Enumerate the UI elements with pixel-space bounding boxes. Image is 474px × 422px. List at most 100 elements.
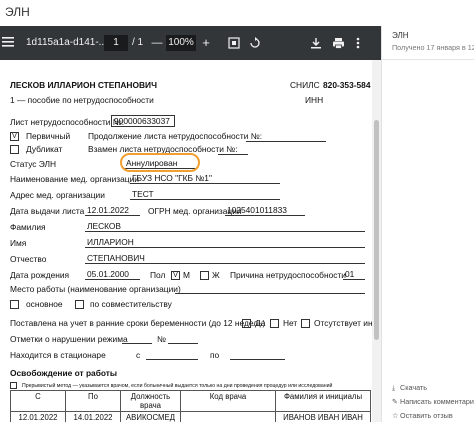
- table-cell: [180, 411, 276, 422]
- reason-label: Причина нетрудоспособности: [230, 270, 346, 280]
- table-cell: 12.01.2022: [10, 411, 66, 422]
- download-small-icon: ⤓: [392, 383, 396, 392]
- part-time-checkbox: [75, 300, 84, 309]
- file-name: 1d115a1a-d141-...: [26, 37, 107, 48]
- continuation-field: [246, 131, 326, 142]
- workplace-field: [175, 283, 365, 294]
- surname-label: Фамилия: [10, 222, 46, 232]
- org-address-label: Адрес мед. организации: [10, 190, 105, 200]
- primary-checkbox: V: [10, 132, 19, 141]
- table-cell: 14.01.2022: [65, 411, 121, 422]
- zoom-in-button[interactable]: +: [199, 35, 213, 51]
- surname-value: ЛЕСКОВ: [85, 221, 365, 232]
- pregnancy-missing-label: Отсутствует инф: [314, 318, 372, 328]
- download-action[interactable]: ⤓ Скачать: [392, 383, 427, 393]
- workplace-label: Место работы (наименование организации): [10, 284, 181, 294]
- duplicate-checkbox: [10, 145, 19, 154]
- table-header: Фамилия и инициалы: [275, 390, 371, 412]
- print-icon[interactable]: [332, 35, 346, 51]
- issue-date-value: 12.01.2022: [85, 205, 140, 216]
- hospital-to-label: по: [210, 350, 220, 360]
- star-icon: ☆: [392, 411, 399, 420]
- pregnancy-missing-checkbox: [301, 319, 310, 328]
- patient-name: ЛЕСКОВ ИЛЛАРИОН СТЕПАНОВИЧ: [10, 80, 157, 90]
- patronymic-value: СТЕПАНОВИЧ: [85, 253, 365, 264]
- zoom-level-input[interactable]: 100%: [166, 35, 196, 51]
- sex-male-label: М: [183, 270, 190, 280]
- sex-label: Пол: [150, 270, 166, 280]
- part-time-label: по совместительству: [90, 299, 172, 309]
- table-header: Код врача: [180, 390, 276, 412]
- download-icon[interactable]: [310, 35, 324, 51]
- feedback-label: Оставить отзыв: [400, 411, 453, 420]
- comment-label: Написать комментарий: [400, 397, 474, 406]
- firstname-label: Имя: [10, 238, 27, 248]
- inn-label: ИНН: [305, 95, 324, 105]
- sex-female-checkbox: [200, 271, 209, 280]
- violation-number-field: [168, 333, 198, 344]
- pregnancy-label: Поставлена на учет в ранние сроки береме…: [10, 318, 266, 328]
- firstname-value: ИЛЛАРИОН: [85, 237, 365, 248]
- intermittent-checkbox: [10, 382, 17, 389]
- page-total: / 1: [132, 37, 144, 48]
- issue-date-label: Дата выдачи листа: [10, 206, 85, 216]
- table-cell: ИВАНОВ ИВАН ИВАН: [275, 411, 371, 422]
- patronymic-label: Отчество: [10, 254, 47, 264]
- sex-female-label: Ж: [212, 270, 220, 280]
- release-heading: Освобождение от работы: [10, 368, 118, 378]
- app-title: ЭЛН: [5, 5, 30, 19]
- feedback-action[interactable]: ☆ Оставить отзыв: [392, 411, 453, 420]
- pregnancy-no-label: Нет: [283, 318, 298, 328]
- table-cell: АВИКОСМЕД: [120, 411, 181, 422]
- pregnancy-no-checkbox: [270, 319, 279, 328]
- main-job-label: основное: [26, 299, 63, 309]
- table-header: По: [65, 390, 121, 412]
- table-header: Должность врача: [120, 390, 181, 412]
- comment-action[interactable]: ✎ Написать комментарий: [392, 397, 474, 406]
- sex-male-checkbox: V: [171, 271, 180, 280]
- download-label: Скачать: [400, 383, 427, 392]
- hospital-from-label: с: [136, 350, 141, 360]
- rotate-icon[interactable]: [249, 35, 263, 51]
- hospital-label: Находится в стационаре: [10, 350, 106, 360]
- org-name-value: ГБУЗ НСО "ГКБ №1": [130, 173, 280, 184]
- ogrn-value: 1025401011833: [225, 205, 305, 216]
- status-highlight: [120, 153, 200, 172]
- pregnancy-yes-label: Да: [255, 318, 266, 328]
- scroll-thumb[interactable]: [374, 120, 379, 340]
- primary-label: Первичный: [26, 131, 71, 141]
- status-label: Статус ЭЛН: [10, 159, 57, 169]
- pdf-page: ЛЕСКОВ ИЛЛАРИОН СТЕПАНОВИЧ СНИЛС 820-353…: [0, 60, 372, 422]
- duplicate-label: Дубликат: [26, 144, 63, 154]
- pdf-viewer: 1d115a1a-d141-... 1 / 1 — 100% + ЛЕСКОВ …: [0, 26, 381, 422]
- hospital-to-field: [230, 349, 285, 360]
- violation-separator: №: [157, 334, 166, 344]
- menu-icon[interactable]: [2, 35, 16, 51]
- snils-value: 820-353-584: [323, 80, 371, 90]
- fit-page-icon[interactable]: [228, 35, 242, 51]
- sheet-label: Лист нетрудоспособности №:: [10, 117, 125, 127]
- sheet-number: 900000633037: [111, 115, 175, 127]
- page-number-input[interactable]: 1: [104, 35, 128, 51]
- violation-date-field: [122, 333, 152, 344]
- org-address-value: ТЕСТ: [130, 189, 280, 200]
- app-header: ЭЛН: [0, 0, 474, 26]
- birth-value: 05.01.2000: [85, 269, 140, 280]
- comment-icon: ✎: [392, 397, 399, 406]
- hospital-from-field: [146, 349, 198, 360]
- page-scrollbar[interactable]: [372, 60, 381, 422]
- release-table: С По Должность врача Код врача Фамилия и…: [10, 390, 371, 422]
- more-options-icon[interactable]: [356, 35, 370, 51]
- received-time: Получено 17 января в 12:47: [392, 43, 474, 52]
- continuation-label: Продолжение листа нетрудоспособности №:: [88, 131, 263, 141]
- pdf-toolbar: 1d115a1a-d141-... 1 / 1 — 100% +: [0, 26, 381, 60]
- snils-label: СНИЛС: [290, 80, 320, 90]
- birth-label: Дата рождения: [10, 270, 70, 280]
- side-divider: [382, 59, 474, 60]
- table-header: С: [10, 390, 66, 412]
- replacement-field: [218, 144, 248, 155]
- side-doc-name: ЭЛН: [392, 31, 409, 40]
- zoom-out-button[interactable]: —: [150, 35, 164, 51]
- table-row: 12.01.2022 14.01.2022 АВИКОСМЕД ИВАНОВ И…: [10, 411, 371, 422]
- reason-value: 01: [343, 269, 365, 280]
